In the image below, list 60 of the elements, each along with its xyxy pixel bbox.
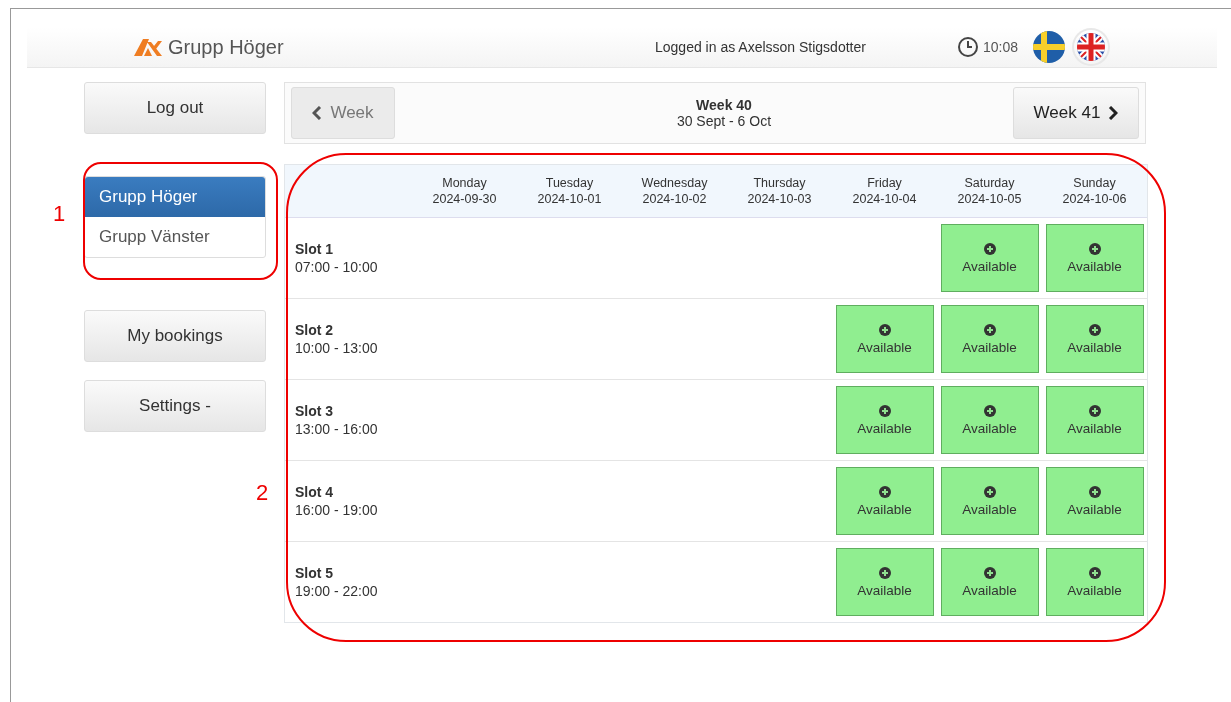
available-slot-button[interactable]: Available (1045, 305, 1144, 373)
day-header: Monday 2024-09-30 (431, 175, 498, 207)
logout-button[interactable]: Log out (84, 82, 266, 134)
logged-in-text: Logged in as Axelsson Stigsdotter (655, 39, 867, 55)
plus-circle-icon (878, 404, 891, 417)
bookings-button[interactable]: My bookings (84, 310, 266, 362)
plus-circle-icon (1088, 242, 1101, 255)
available-slot-button[interactable]: Available (835, 386, 934, 454)
plus-circle-icon (983, 485, 996, 498)
settings-button[interactable]: Settings - (84, 380, 266, 432)
week-title: Week 40 (695, 97, 753, 113)
plus-circle-icon (983, 566, 996, 579)
slot-label: Slot 4 16:00 - 19:00 (294, 483, 379, 519)
plus-circle-icon (983, 242, 996, 255)
available-slot-button[interactable]: Available (835, 467, 934, 535)
plus-circle-icon (1088, 323, 1101, 336)
brand-name: Grupp Höger (168, 35, 284, 59)
day-header: Saturday 2024-10-05 (956, 175, 1023, 207)
available-slot-button[interactable]: Available (940, 386, 1039, 454)
day-header: Thursday 2024-10-03 (746, 175, 813, 207)
swedish-flag-icon[interactable] (1032, 30, 1067, 64)
next-week-button[interactable]: Week 41 (1013, 87, 1139, 139)
previous-week-button[interactable]: Week (291, 87, 395, 139)
plus-circle-icon (878, 323, 891, 336)
slot-label: Slot 3 13:00 - 16:00 (294, 402, 379, 438)
group-item[interactable]: Grupp Vänster (85, 217, 265, 257)
available-slot-button[interactable]: Available (940, 224, 1039, 292)
plus-circle-icon (878, 485, 891, 498)
available-slot-button[interactable]: Available (940, 548, 1039, 616)
plus-circle-icon (983, 404, 996, 417)
day-header: Tuesday 2024-10-01 (536, 175, 603, 207)
group-item[interactable]: Grupp Höger (85, 177, 265, 217)
plus-circle-icon (983, 323, 996, 336)
clock-icon (957, 36, 979, 58)
available-slot-button[interactable]: Available (1045, 386, 1144, 454)
annotation-number: 1 (53, 201, 66, 227)
clock-time: 10:08 (983, 39, 1019, 55)
available-slot-button[interactable]: Available (835, 305, 934, 373)
available-slot-button[interactable]: Available (1045, 224, 1144, 292)
day-header: Wednesday 2024-10-02 (640, 175, 709, 207)
slot-label: Slot 5 19:00 - 22:00 (294, 564, 379, 600)
day-header: Sunday 2024-10-06 (1061, 175, 1128, 207)
plus-circle-icon (1088, 485, 1101, 498)
available-slot-button[interactable]: Available (835, 548, 934, 616)
available-slot-button[interactable]: Available (1045, 548, 1144, 616)
plus-circle-icon (1088, 404, 1101, 417)
available-slot-button[interactable]: Available (940, 305, 1039, 373)
logo-icon (134, 38, 162, 56)
available-slot-button[interactable]: Available (940, 467, 1039, 535)
available-slot-button[interactable]: Available (1045, 467, 1144, 535)
slot-label: Slot 1 07:00 - 10:00 (294, 240, 379, 276)
week-range: 30 Sept - 6 Oct (676, 113, 772, 129)
plus-circle-icon (1088, 566, 1101, 579)
chevron-right-icon (1108, 106, 1119, 120)
annotation-number: 2 (256, 480, 269, 506)
chevron-left-icon (312, 106, 323, 120)
plus-circle-icon (878, 566, 891, 579)
slot-label: Slot 2 10:00 - 13:00 (294, 321, 379, 357)
day-header: Friday 2024-10-04 (851, 175, 918, 207)
british-flag-icon[interactable] (1074, 30, 1109, 64)
